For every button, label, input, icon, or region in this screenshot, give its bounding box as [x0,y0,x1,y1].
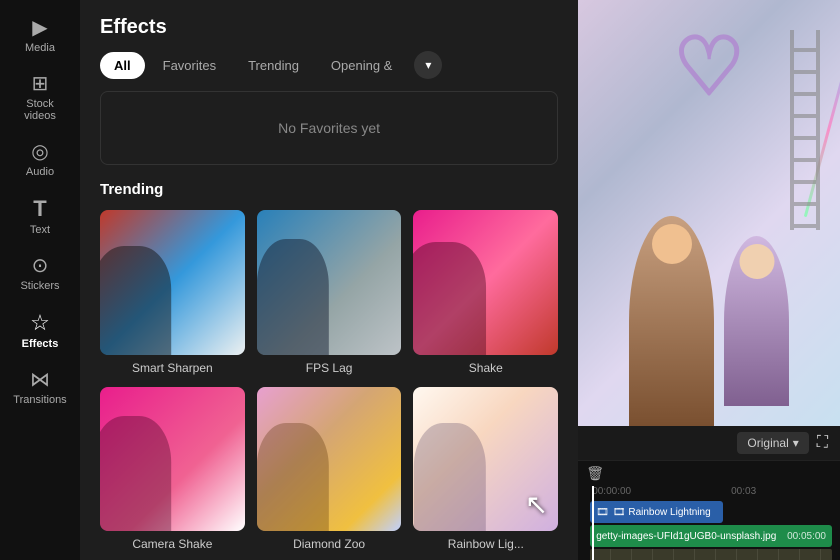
ladder-decoration [790,30,820,230]
timeline: 🗑 00:00:00 00:03 🎞 🎞 Rainbow Lightning [578,460,840,560]
trending-label: Trending [80,181,578,210]
filter-tabs: All Favorites Trending Opening & ▾ [80,51,578,91]
effect-label-smart-sharpen: Smart Sharpen [132,361,213,375]
person-1 [629,216,714,426]
time-ruler: 00:00:00 00:03 [590,486,832,497]
effects-icon: ☆ [30,312,50,334]
no-favorites-box: No Favorites yet [100,91,558,165]
sidebar: ▶ Media ⊞ Stockvideos ◎ Audio T Text ⊙ S… [0,0,80,560]
preview-panel: ♡ Original ▾ ⛶ 🗑 [578,0,840,560]
track-rainbow-label: 🎞 Rainbow Lightning [613,507,711,518]
panel-title: Effects [80,0,578,51]
effect-thumb-smart-sharpen [100,210,245,355]
no-favorites-text: No Favorites yet [278,120,380,136]
effect-smart-sharpen[interactable]: Smart Sharpen [100,210,245,375]
audio-icon: ◎ [31,142,48,162]
sidebar-item-transitions[interactable]: ⋈ Transitions [0,360,80,416]
timeline-toolbar: 🗑 [586,465,832,482]
time-mark-3: 00:03 [731,486,756,497]
original-label: Original [747,436,788,450]
tab-trending[interactable]: Trending [234,52,313,79]
effect-diamond-zoo[interactable]: Diamond Zoo [257,387,402,552]
time-mark-0: 00:00:00 [592,486,631,497]
stock-videos-icon: ⊞ [32,74,49,94]
effect-label-camera-shake: Camera Shake [132,537,212,551]
track-rainbow-lightning[interactable]: 🎞 🎞 Rainbow Lightning [590,501,723,523]
effect-thumb-diamond-zoo [257,387,402,532]
sidebar-item-stock-videos[interactable]: ⊞ Stockvideos [0,64,80,132]
effect-label-rainbow-lig: Rainbow Lig... [448,537,524,551]
person-2 [724,236,789,406]
stickers-icon: ⊙ [32,256,49,276]
sidebar-item-text[interactable]: T Text [0,188,80,246]
tab-opening[interactable]: Opening & [317,52,406,79]
sidebar-item-effects[interactable]: ☆ Effects [0,302,80,360]
effect-label-fps-lag: FPS Lag [306,361,353,375]
track-getty-images[interactable]: getty-images-UFId1gUGB0-unsplash.jpg 00:… [590,525,832,547]
effect-thumb-fps-lag [257,210,402,355]
effect-thumb-camera-shake [100,387,245,532]
sidebar-item-audio[interactable]: ◎ Audio [0,132,80,188]
transitions-icon: ⋈ [30,370,50,390]
sidebar-item-media[interactable]: ▶ Media [0,8,80,64]
track-filmstrip [590,549,832,560]
tab-favorites[interactable]: Favorites [149,52,230,79]
effects-grid: Smart Sharpen FPS Lag Shake Camera Shake [80,210,578,551]
track-rainbow-icon: 🎞 [596,507,609,518]
original-dropdown-btn[interactable]: Original ▾ [737,432,808,454]
effect-label-diamond-zoo: Diamond Zoo [293,537,365,551]
playhead [592,486,594,560]
media-icon: ▶ [32,18,47,38]
cursor-icon: ↖ [525,488,548,521]
preview-area: ♡ [578,0,840,426]
preview-image: ♡ [578,0,840,426]
track-getty-label: getty-images-UFId1gUGB0-unsplash.jpg 00:… [596,531,826,542]
effect-shake[interactable]: Shake [413,210,558,375]
effect-label-shake: Shake [469,361,503,375]
effect-thumb-shake [413,210,558,355]
fullscreen-btn[interactable]: ⛶ [817,434,828,452]
sidebar-item-stickers[interactable]: ⊙ Stickers [0,246,80,302]
effects-panel: Effects All Favorites Trending Opening &… [80,0,578,560]
text-icon: T [33,198,46,220]
effect-fps-lag[interactable]: FPS Lag [257,210,402,375]
effect-rainbow-lig[interactable]: ↖ Rainbow Lig... [413,387,558,552]
tab-more-dropdown[interactable]: ▾ [414,51,442,79]
effect-camera-shake[interactable]: Camera Shake [100,387,245,552]
delete-btn[interactable]: 🗑 [586,465,604,482]
preview-controls: Original ▾ ⛶ [578,426,840,460]
tab-all[interactable]: All [100,52,145,79]
track-container: 🎞 🎞 Rainbow Lightning getty-images-UFId1… [590,501,832,560]
effect-thumb-rainbow-lig: ↖ [413,387,558,532]
original-dropdown-icon: ▾ [793,436,799,450]
